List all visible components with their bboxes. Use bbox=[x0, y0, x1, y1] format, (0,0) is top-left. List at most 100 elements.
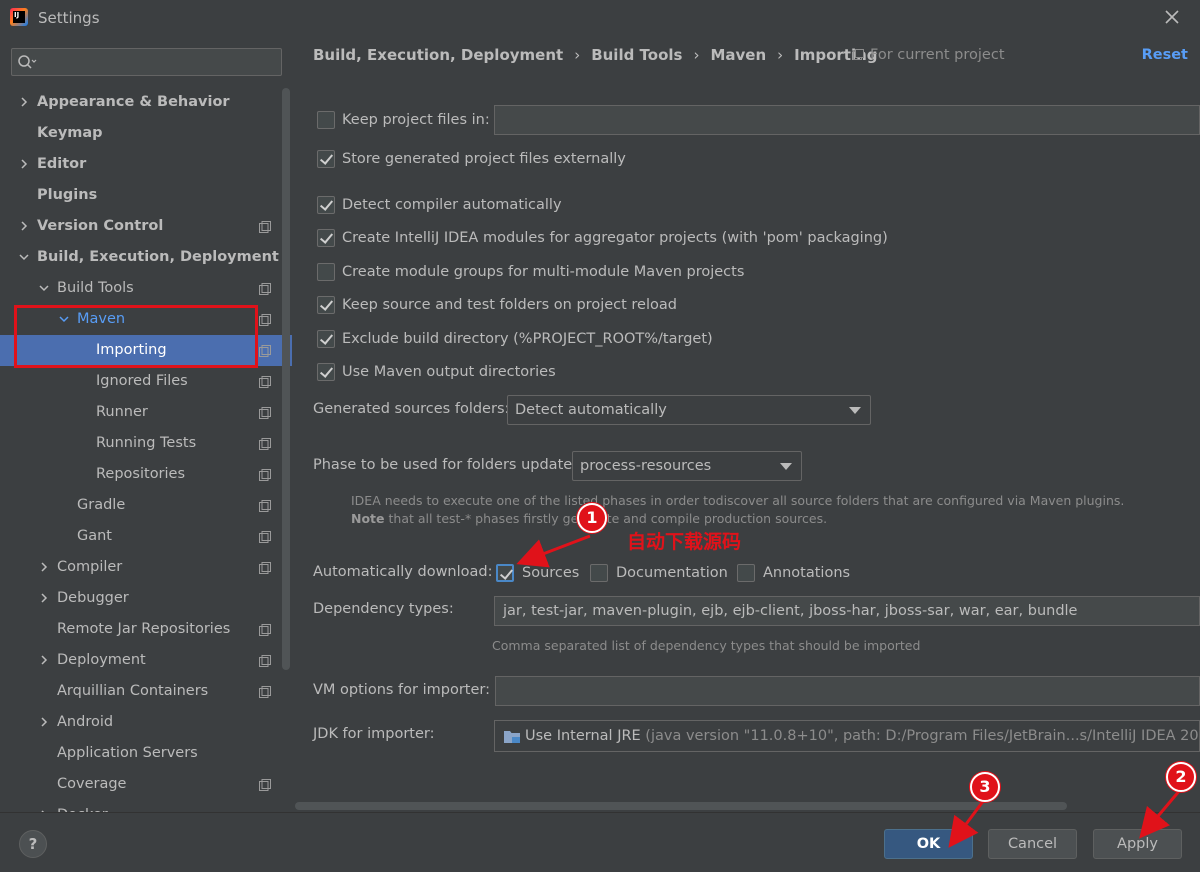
checkbox-box[interactable] bbox=[317, 111, 335, 129]
checkbox-box[interactable] bbox=[317, 330, 335, 348]
dropdown-arrow-icon bbox=[849, 407, 861, 414]
settings-search-box[interactable] bbox=[11, 48, 282, 76]
jdk-folder-icon bbox=[504, 731, 520, 743]
vm-options-input[interactable] bbox=[495, 676, 1200, 706]
chevron-right-icon[interactable] bbox=[39, 717, 49, 727]
sidebar-item-label: Importing bbox=[96, 342, 167, 358]
checkbox-label: Exclude build directory (%PROJECT_ROOT%/… bbox=[342, 331, 713, 347]
sidebar-item-debugger[interactable]: Debugger bbox=[0, 583, 292, 614]
help-button[interactable]: ? bbox=[19, 830, 47, 858]
sidebar-scrollbar[interactable] bbox=[282, 88, 290, 670]
scope-label: For current project bbox=[870, 47, 1005, 63]
scope-indicator: For current project bbox=[853, 47, 1005, 63]
sidebar-item-gradle[interactable]: Gradle bbox=[0, 490, 292, 521]
sidebar-item-editor[interactable]: Editor bbox=[0, 149, 292, 180]
sidebar-item-maven[interactable]: Maven bbox=[0, 304, 292, 335]
dependency-types-input[interactable]: jar, test-jar, maven-plugin, ejb, ejb-cl… bbox=[494, 596, 1200, 626]
checkbox-box[interactable] bbox=[317, 296, 335, 314]
project-scope-icon bbox=[259, 345, 271, 357]
sidebar-item-arquillian-containers[interactable]: Arquillian Containers bbox=[0, 676, 292, 707]
close-icon[interactable] bbox=[1162, 7, 1182, 27]
sidebar-item-deployment[interactable]: Deployment bbox=[0, 645, 292, 676]
sidebar-item-label: Maven bbox=[77, 311, 126, 327]
project-scope-icon bbox=[259, 438, 271, 450]
checkbox-box[interactable] bbox=[317, 263, 335, 281]
sidebar-item-label: Gant bbox=[77, 528, 112, 544]
breadcrumb-item[interactable]: Maven bbox=[710, 46, 766, 64]
phase-hint-line2: Note that all test-* phases firstly gene… bbox=[351, 511, 827, 526]
hint-note-bold: Note bbox=[351, 511, 385, 526]
project-files-path-field[interactable] bbox=[494, 105, 1200, 135]
sidebar-item-keymap[interactable]: Keymap bbox=[0, 118, 292, 149]
chevron-right-icon[interactable] bbox=[19, 97, 29, 107]
sidebar-item-label: Android bbox=[57, 714, 114, 730]
search-input[interactable] bbox=[38, 51, 276, 73]
sidebar-item-importing[interactable]: Importing bbox=[0, 335, 292, 366]
sidebar-item-label: Ignored Files bbox=[96, 373, 188, 389]
checkbox-box[interactable] bbox=[590, 564, 608, 582]
checkbox-label: Store generated project files externally bbox=[342, 151, 626, 167]
generated-sources-label: Generated sources folders: bbox=[313, 401, 510, 417]
chevron-down-icon[interactable] bbox=[19, 252, 29, 262]
cancel-button[interactable]: Cancel bbox=[988, 829, 1077, 859]
title-bar: IJ Settings bbox=[0, 0, 1200, 36]
checkbox-box[interactable] bbox=[317, 196, 335, 214]
chevron-down-icon[interactable] bbox=[39, 283, 49, 293]
sidebar-item-build-execution-deployment[interactable]: Build, Execution, Deployment bbox=[0, 242, 292, 273]
reset-link[interactable]: Reset bbox=[1142, 47, 1188, 63]
sidebar-item-compiler[interactable]: Compiler bbox=[0, 552, 292, 583]
sidebar-item-docker[interactable]: Docker bbox=[0, 800, 292, 812]
sidebar-item-running-tests[interactable]: Running Tests bbox=[0, 428, 292, 459]
checkbox-box[interactable] bbox=[737, 564, 755, 582]
phase-label: Phase to be used for folders update: bbox=[313, 457, 578, 473]
project-scope-icon bbox=[259, 376, 271, 388]
sidebar-item-gant[interactable]: Gant bbox=[0, 521, 292, 552]
breadcrumb-item[interactable]: Build Tools bbox=[591, 46, 682, 64]
checkbox-box[interactable] bbox=[317, 150, 335, 168]
sidebar-item-label: Application Servers bbox=[57, 745, 198, 761]
checkbox-label: Use Maven output directories bbox=[342, 364, 556, 380]
generated-sources-dropdown[interactable]: Detect automatically bbox=[507, 395, 871, 425]
project-scope-icon bbox=[853, 49, 864, 60]
checkbox-label: Keep source and test folders on project … bbox=[342, 297, 677, 313]
settings-content: Build, Execution, Deployment › Build Tools… bbox=[293, 36, 1200, 812]
checkbox-label: Create IntelliJ IDEA modules for aggrega… bbox=[342, 230, 888, 246]
jdk-dropdown[interactable]: Use Internal JRE (java version "11.0.8+1… bbox=[494, 720, 1200, 752]
checkbox-box[interactable] bbox=[317, 363, 335, 381]
sidebar-item-android[interactable]: Android bbox=[0, 707, 292, 738]
chevron-right-icon[interactable] bbox=[19, 221, 29, 231]
project-scope-icon bbox=[259, 562, 271, 574]
chevron-right-icon[interactable] bbox=[39, 593, 49, 603]
checkbox-label: Sources bbox=[522, 565, 580, 581]
sidebar-item-label: Debugger bbox=[57, 590, 129, 606]
sidebar-item-remote-jar-repositories[interactable]: Remote Jar Repositories bbox=[0, 614, 292, 645]
sidebar-item-label: Deployment bbox=[57, 652, 146, 668]
sidebar-item-repositories[interactable]: Repositories bbox=[0, 459, 292, 490]
checkbox-label: Documentation bbox=[616, 565, 728, 581]
sidebar-item-application-servers[interactable]: Application Servers bbox=[0, 738, 292, 769]
sidebar-item-coverage[interactable]: Coverage bbox=[0, 769, 292, 800]
project-scope-icon bbox=[259, 221, 271, 233]
breadcrumb-item[interactable]: Build, Execution, Deployment bbox=[313, 46, 563, 64]
checkbox-box[interactable] bbox=[317, 229, 335, 247]
sidebar-item-ignored-files[interactable]: Ignored Files bbox=[0, 366, 292, 397]
phase-dropdown[interactable]: process-resources bbox=[572, 451, 802, 481]
chevron-right-icon[interactable] bbox=[39, 562, 49, 572]
chevron-down-icon[interactable] bbox=[59, 314, 69, 324]
horizontal-scrollbar[interactable] bbox=[295, 802, 1067, 810]
ok-button[interactable]: OK bbox=[884, 829, 973, 859]
generated-sources-value: Detect automatically bbox=[515, 402, 667, 418]
chevron-right-icon[interactable] bbox=[39, 655, 49, 665]
sidebar-item-label: Repositories bbox=[96, 466, 186, 482]
sidebar-item-version-control[interactable]: Version Control bbox=[0, 211, 292, 242]
sidebar-item-build-tools[interactable]: Build Tools bbox=[0, 273, 292, 304]
sidebar-item-plugins[interactable]: Plugins bbox=[0, 180, 292, 211]
sidebar-item-appearance-behavior[interactable]: Appearance & Behavior bbox=[0, 87, 292, 118]
apply-button[interactable]: Apply bbox=[1093, 829, 1182, 859]
checkbox-box[interactable] bbox=[496, 564, 514, 582]
sidebar-item-runner[interactable]: Runner bbox=[0, 397, 292, 428]
vm-options-label: VM options for importer: bbox=[313, 682, 490, 698]
chevron-right-icon[interactable] bbox=[19, 159, 29, 169]
sidebar-item-label: Version Control bbox=[37, 218, 164, 234]
breadcrumb: Build, Execution, Deployment › Build Tools… bbox=[313, 46, 878, 68]
